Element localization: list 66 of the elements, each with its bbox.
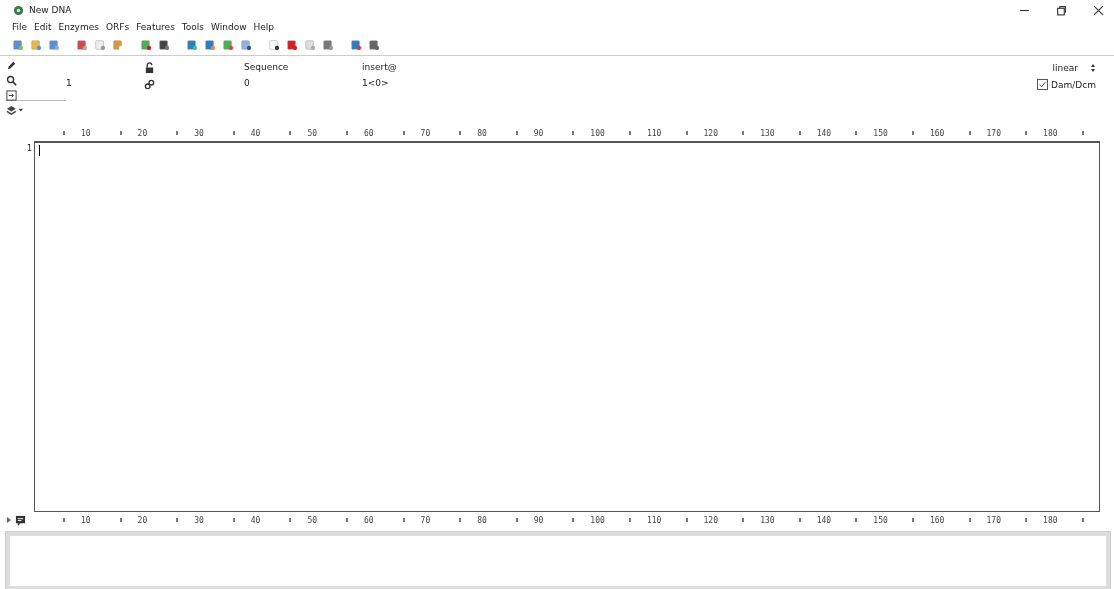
menu-item[interactable]: Window (211, 22, 247, 35)
ruler-number: 180 (1043, 515, 1058, 525)
ruler-number: 10 (81, 515, 91, 525)
ruler-number: 20 (137, 128, 148, 138)
checkbox[interactable] (1037, 79, 1049, 90)
comment-icon[interactable] (15, 514, 26, 526)
ruler-number: 170 (986, 515, 1001, 525)
ruler-number: 180 (1043, 128, 1058, 138)
ruler-number: 60 (363, 515, 374, 525)
ruler-number: 50 (307, 515, 317, 525)
dam-dcm-checkbox[interactable]: Dam/Dcm (1037, 79, 1096, 90)
panel-icon[interactable] (6, 90, 17, 101)
ruler-number: 170 (986, 128, 1001, 138)
topology-value: linear (1052, 63, 1078, 73)
line-number: 1 (26, 144, 32, 153)
ruler-number: 60 (363, 128, 374, 138)
menu-item[interactable]: Enzymes (58, 22, 99, 35)
ruler-number: 40 (250, 515, 261, 525)
ruler-number: 50 (307, 128, 317, 138)
window-title: New DNA (29, 5, 72, 15)
ruler-number: 70 (420, 515, 431, 525)
layers-icon[interactable] (6, 105, 24, 116)
play-icon[interactable] (6, 516, 12, 524)
position-value: 1 (66, 78, 73, 88)
ruler-number: 70 (420, 128, 431, 138)
ruler-number: 160 (929, 515, 945, 525)
ruler-number: 130 (760, 128, 775, 138)
sequence-label: Sequence (244, 62, 290, 72)
menu-item[interactable]: Tools (181, 22, 204, 35)
ruler-number: 100 (590, 515, 605, 525)
ruler-number: 10 (81, 128, 91, 138)
search-icon[interactable] (6, 75, 17, 86)
ruler-number: 100 (590, 128, 605, 138)
ruler-number: 160 (929, 128, 945, 138)
ruler-number: 120 (703, 128, 718, 138)
restore-icon[interactable] (1056, 4, 1067, 16)
menu-item[interactable]: Edit (34, 22, 52, 35)
ruler-number: 120 (703, 515, 718, 525)
ruler-number: 140 (816, 128, 832, 138)
lock-icon[interactable] (144, 62, 155, 73)
ruler-number: 150 (873, 128, 888, 138)
ruler-number: 90 (533, 128, 544, 138)
app-icon (12, 4, 25, 16)
ruler-number: 80 (477, 128, 487, 138)
ruler-number: 140 (816, 515, 832, 525)
ruler-number: 80 (477, 515, 487, 525)
ruler-number: 110 (646, 128, 662, 138)
ruler-number: 130 (760, 515, 775, 525)
menu-item[interactable]: ORFs (105, 22, 130, 35)
ruler-number: 40 (250, 128, 261, 138)
ruler-number: 30 (194, 128, 204, 138)
ruler-number: 90 (533, 515, 544, 525)
ruler-number: 110 (646, 515, 662, 525)
pencil-icon[interactable] (6, 60, 17, 71)
menu-item[interactable]: Features (136, 22, 175, 35)
ruler-number: 150 (873, 515, 888, 525)
spinner-icon[interactable] (1090, 63, 1096, 73)
menu-item[interactable]: File (12, 22, 28, 35)
ruler-number: 20 (137, 515, 148, 525)
link-icon[interactable] (144, 79, 155, 90)
insert-position: 1<0> (362, 78, 390, 88)
close-icon[interactable] (1093, 4, 1104, 16)
ruler-number: 30 (194, 515, 204, 525)
insert-label: insert@ (362, 62, 398, 72)
menu-item[interactable]: Help (253, 22, 275, 35)
sequence-length: 0 (244, 78, 251, 88)
